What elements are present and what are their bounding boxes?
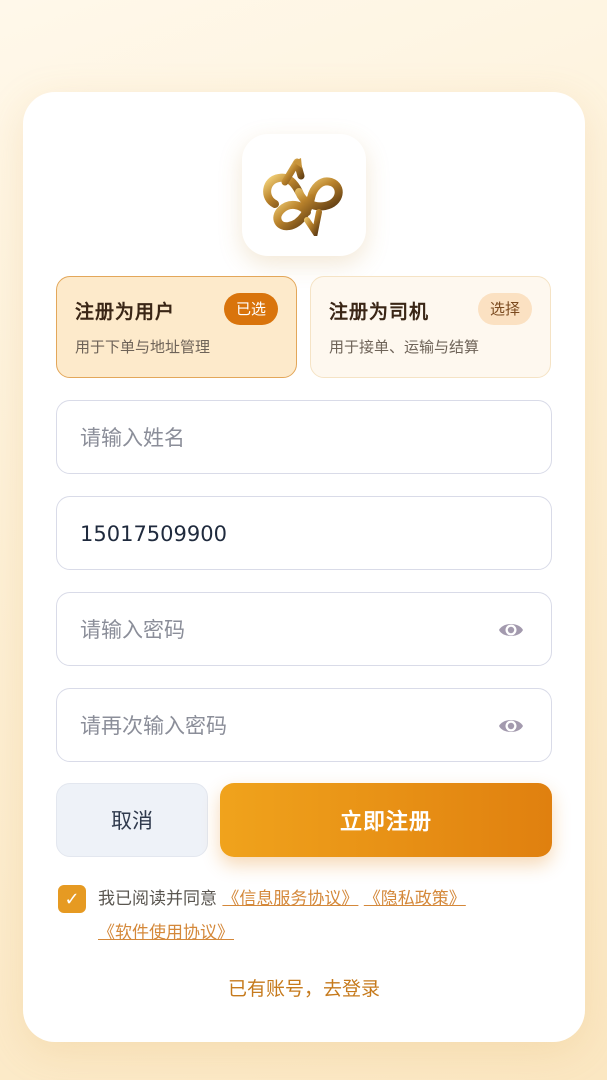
agreement-prefix: 我已阅读并同意: [98, 889, 223, 909]
register-card: 注册为用户 用于下单与地址管理 已选 注册为司机 用于接单、运输与结算 选择 取…: [23, 92, 585, 1042]
agreement-row: ✓ 我已阅读并同意 《信息服务协议》 《隐私政策》《软件使用协议》: [58, 882, 538, 950]
service-agreement-link[interactable]: 《信息服务协议》: [222, 889, 358, 909]
cancel-button[interactable]: 取消: [56, 783, 208, 857]
role-user-selected-badge: 已选: [223, 293, 278, 325]
phone-field: [56, 496, 552, 571]
role-user-card[interactable]: 注册为用户 用于下单与地址管理 已选: [56, 276, 297, 378]
register-button[interactable]: 立即注册: [220, 783, 552, 857]
confirm-password-input[interactable]: [78, 689, 482, 763]
privacy-policy-link[interactable]: 《隐私政策》: [364, 889, 466, 909]
software-agreement-link[interactable]: 《软件使用协议》: [98, 923, 234, 943]
role-driver-select-badge[interactable]: 选择: [477, 293, 532, 325]
gold-knot-logo-icon: [263, 158, 343, 236]
eye-icon[interactable]: [497, 714, 525, 738]
login-link[interactable]: 已有账号，去登录: [23, 974, 585, 1001]
agreement-text: 我已阅读并同意 《信息服务协议》 《隐私政策》《软件使用协议》: [98, 882, 538, 950]
app-logo: [242, 134, 366, 256]
role-driver-card[interactable]: 注册为司机 用于接单、运输与结算 选择: [310, 276, 551, 378]
role-user-desc: 用于下单与地址管理: [75, 338, 211, 356]
password-field: [56, 592, 552, 667]
password-input[interactable]: [78, 593, 482, 667]
check-icon: ✓: [64, 888, 80, 910]
confirm-password-field: [56, 688, 552, 763]
role-driver-desc: 用于接单、运输与结算: [329, 338, 480, 356]
name-input[interactable]: [78, 401, 482, 475]
name-field: [56, 400, 552, 475]
eye-icon[interactable]: [497, 618, 525, 642]
phone-input[interactable]: [78, 497, 482, 571]
agreement-checkbox[interactable]: ✓: [58, 885, 86, 913]
